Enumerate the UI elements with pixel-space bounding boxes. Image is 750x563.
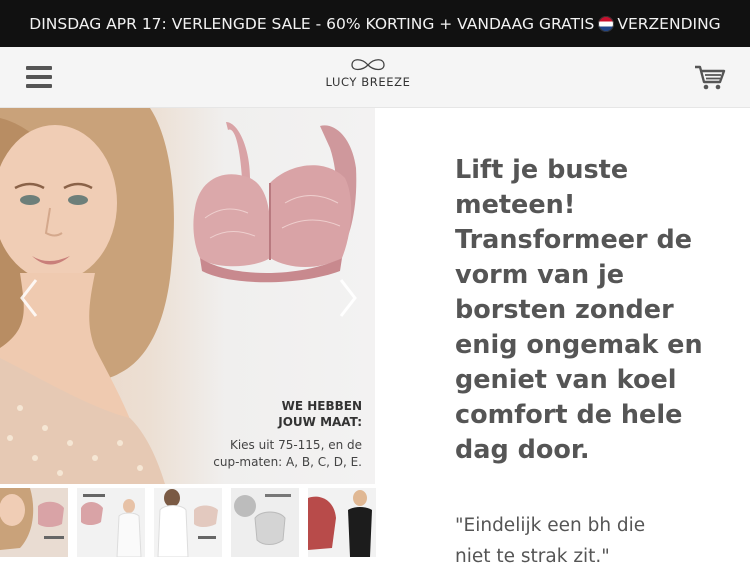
- brand-logo[interactable]: LUCY BREEZE: [318, 57, 418, 89]
- announcement-text: DINSDAG APR 17: VERLENGDE SALE - 60% KOR…: [29, 14, 595, 33]
- size-title-line1: WE HEBBEN: [281, 399, 362, 413]
- previous-slide-arrow-icon[interactable]: [18, 276, 40, 325]
- quote-line1: "Eindelijk een bh die: [455, 515, 646, 536]
- next-slide-arrow-icon[interactable]: [337, 276, 359, 325]
- product-copy: Lift je buste meteen! Transformeer de vo…: [455, 153, 735, 468]
- announcement-bar: DINSDAG APR 17: VERLENGDE SALE - 60% KOR…: [0, 0, 750, 47]
- product-headline: Lift je buste meteen! Transformeer de vo…: [455, 155, 703, 465]
- thumbnail-3[interactable]: [154, 488, 222, 557]
- site-header: LUCY BREEZE: [0, 47, 750, 108]
- quote-line2: niet te strak zit.": [455, 546, 610, 563]
- size-description: Kies uit 75-115, en de cup-maten: A, B, …: [210, 437, 362, 471]
- butterfly-logo-icon: [351, 59, 385, 71]
- hamburger-menu-icon[interactable]: [26, 66, 52, 88]
- thumbnail-4[interactable]: [231, 488, 299, 557]
- thumbnail-1[interactable]: [0, 488, 68, 557]
- customer-quote: "Eindelijk een bh die niet te strak zit.…: [455, 510, 735, 563]
- netherlands-flag-icon: [598, 15, 615, 32]
- thumbnail-2[interactable]: [77, 488, 145, 557]
- thumbnail-5[interactable]: [308, 488, 376, 557]
- shopping-cart-icon[interactable]: [694, 64, 726, 92]
- announcement-text-end: VERZENDING: [617, 14, 721, 33]
- brand-name: LUCY BREEZE: [325, 75, 411, 89]
- size-title-line2: JOUW MAAT:: [278, 415, 362, 429]
- thumbnail-strip: [0, 488, 376, 557]
- size-desc-line1: Kies uit 75-115, en de: [229, 438, 362, 452]
- size-info: WE HEBBEN JOUW MAAT: Kies uit 75-115, en…: [210, 398, 362, 471]
- product-hero-image: WE HEBBEN JOUW MAAT: Kies uit 75-115, en…: [0, 108, 375, 484]
- size-desc-line2: cup-maten: A, B, C, D, E.: [213, 455, 362, 469]
